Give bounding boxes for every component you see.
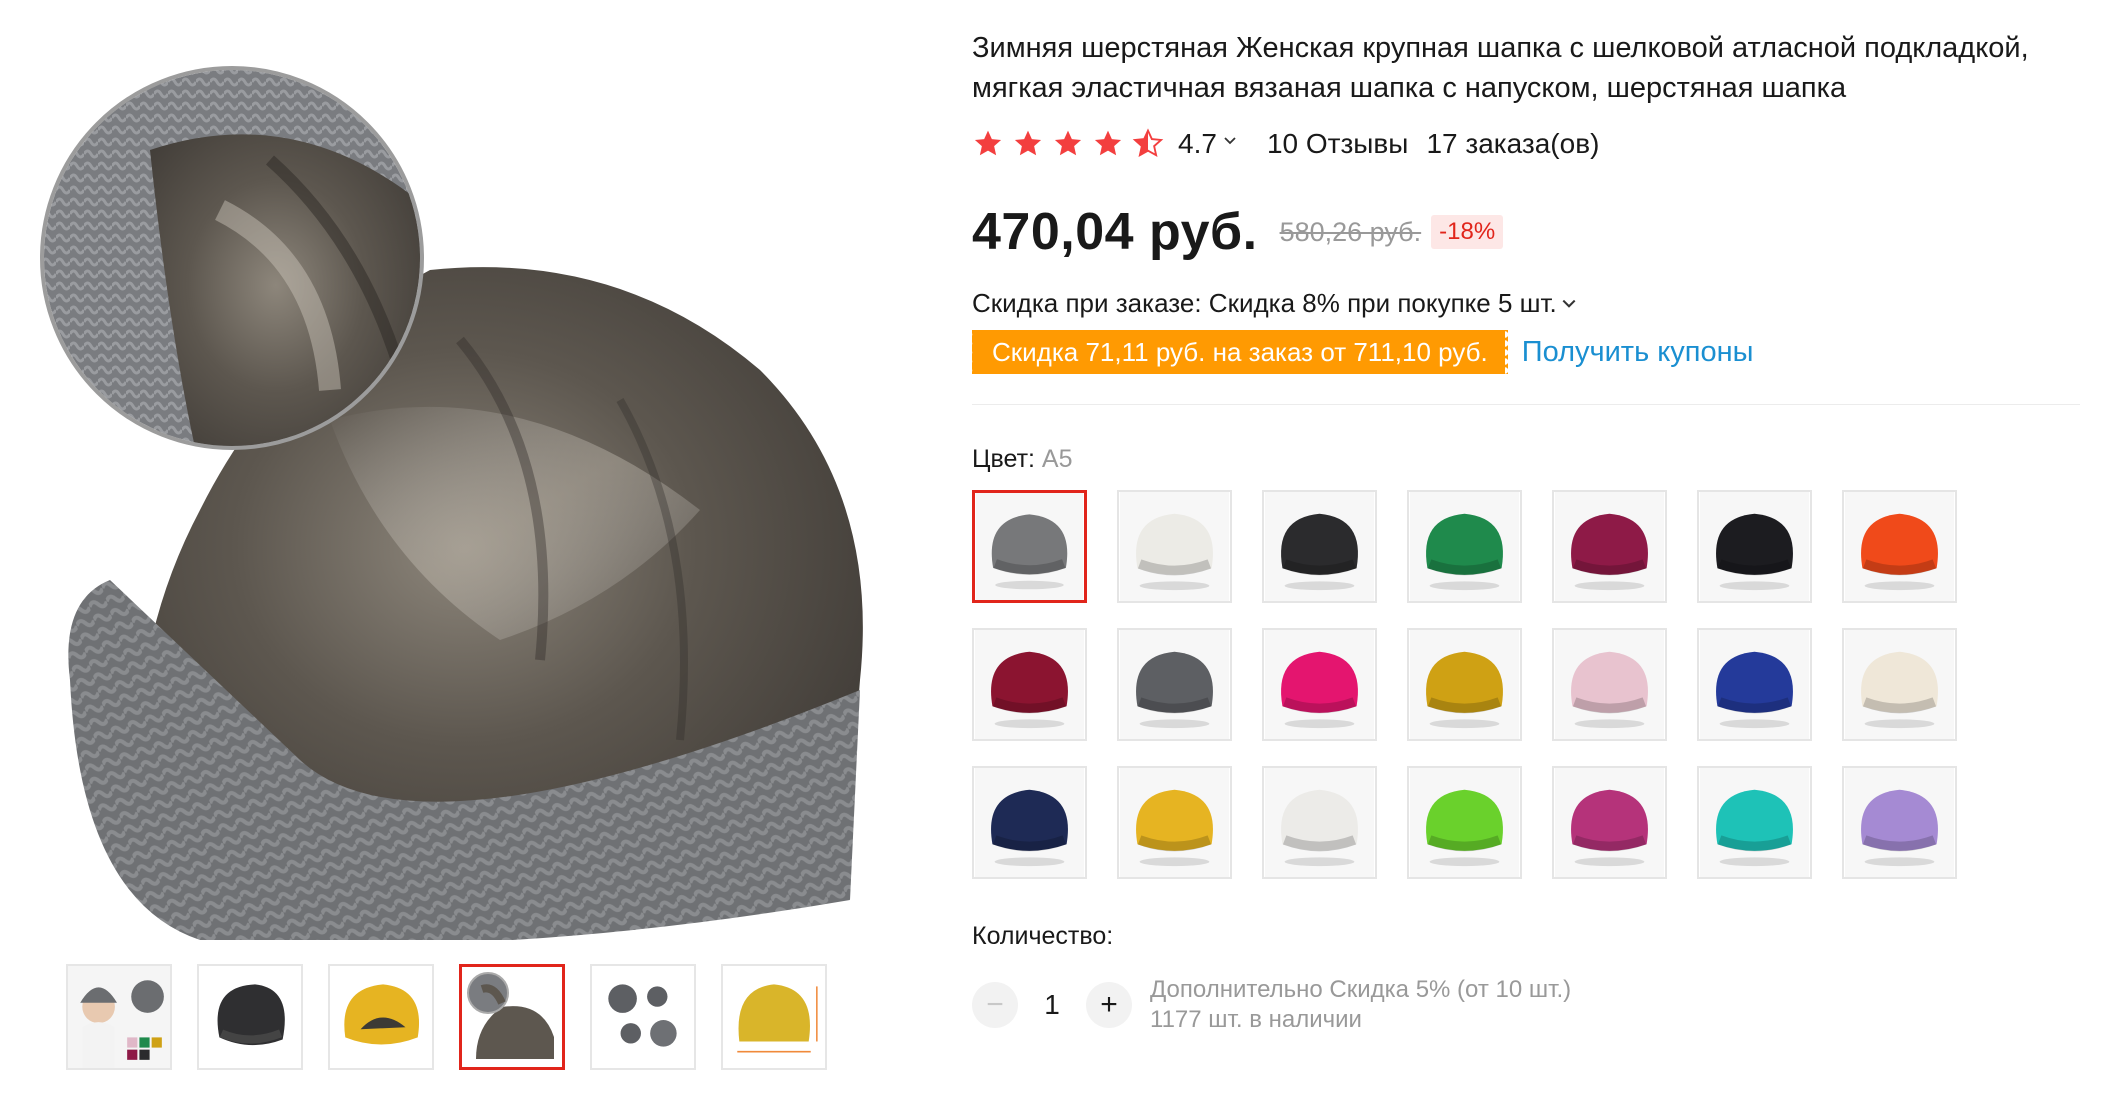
main-product-image[interactable] (0, 40, 900, 940)
selected-color-value: A5 (1041, 445, 1073, 473)
hat-image (976, 493, 1083, 600)
thumbnail-row (66, 964, 827, 1070)
discount-badge: -18% (1431, 215, 1504, 249)
coupon-row: Скидка 71,11 руб. на заказ от 711,10 руб… (969, 330, 1754, 374)
color-swatch-lavender-r[interactable] (1842, 766, 1957, 879)
hat-image (1410, 492, 1519, 601)
thumbnail-4-selected[interactable] (459, 964, 565, 1070)
color-swatch-light-pink[interactable] (1552, 628, 1667, 741)
color-swatch-blue-model[interactable] (1697, 628, 1812, 741)
hat-image (1700, 630, 1809, 739)
hat-image (1410, 768, 1519, 877)
quantity-plus-button[interactable]: + (1086, 982, 1132, 1028)
hat-image (1265, 768, 1374, 877)
price-row: 470,04 руб. 580,26 руб. -18% (972, 202, 1504, 262)
old-price: 580,26 руб. (1279, 216, 1422, 247)
hat-image (1845, 492, 1954, 601)
thumbnail-5[interactable] (590, 964, 696, 1070)
quantity-label: Количество: (972, 922, 1114, 950)
star-icon (974, 130, 1002, 156)
quantity-info: Дополнительно Скидка 5% (от 10 шт.) 1177… (1150, 975, 1571, 1035)
hat-image (975, 768, 1084, 877)
color-swatch-mustard[interactable] (1407, 628, 1522, 741)
color-swatch-white-r[interactable] (1262, 766, 1377, 879)
hat-image (1845, 630, 1954, 739)
color-swatch-orange-r[interactable] (1842, 490, 1957, 603)
hat-image (1120, 768, 1229, 877)
rating-value: 4.7 (1178, 128, 1217, 159)
stock-text: 1177 шт. в наличии (1150, 1006, 1362, 1033)
color-label: Цвет: A5 (972, 445, 1073, 474)
thumbnail-6[interactable] (721, 964, 827, 1070)
star-icon (1014, 130, 1042, 156)
rating-row: 4.7 10 Отзывы 17 заказа(ов) (972, 124, 1599, 164)
hat-image (1555, 768, 1664, 877)
hat-image (1265, 630, 1374, 739)
star-icon (1094, 130, 1122, 156)
reviews-link[interactable]: 10 Отзывы (1267, 128, 1409, 160)
hat-image (975, 630, 1084, 739)
current-price: 470,04 руб. (972, 203, 1258, 261)
color-swatch-teal-r[interactable] (1697, 766, 1812, 879)
color-swatch-pink-r[interactable] (1262, 628, 1377, 741)
color-swatch-gray[interactable] (972, 490, 1087, 603)
chevron-down-icon (1562, 299, 1576, 308)
quantity-row: − + Дополнительно Скидка 5% (от 10 шт.) … (972, 975, 1571, 1035)
bulk-discount-text: Скидка при заказе: Скидка 8% при покупке… (972, 288, 1557, 318)
hat-image (1700, 768, 1809, 877)
color-swatch-white[interactable] (1117, 490, 1232, 603)
color-swatch-cream[interactable] (1842, 628, 1957, 741)
color-swatch-lime-r[interactable] (1407, 766, 1522, 879)
color-swatches (972, 490, 1957, 879)
hat-image (1555, 492, 1664, 601)
bulk-discount[interactable]: Скидка при заказе: Скидка 8% при покупке… (972, 288, 1577, 319)
star-icon (1054, 130, 1082, 156)
color-swatch-navy[interactable] (972, 766, 1087, 879)
orders-count: 17 заказа(ов) (1426, 128, 1600, 159)
color-label-text: Цвет: (972, 445, 1042, 473)
hat-image (1265, 492, 1374, 601)
hat-image (1555, 630, 1664, 739)
color-swatch-yellow-r[interactable] (1117, 766, 1232, 879)
color-swatch-wine[interactable] (1552, 490, 1667, 603)
color-swatch-burgundy-r[interactable] (972, 628, 1087, 741)
extra-discount-text: Дополнительно Скидка 5% (от 10 шт.) (1150, 976, 1572, 1003)
half-star-icon (1132, 128, 1164, 158)
quantity-minus-button[interactable]: − (972, 982, 1018, 1028)
hat-image (1845, 768, 1954, 877)
hat-image (1410, 630, 1519, 739)
thumbnail-1[interactable] (66, 964, 172, 1070)
color-swatch-green[interactable] (1407, 490, 1522, 603)
color-swatch-black[interactable] (1262, 490, 1377, 603)
rating-stars (972, 128, 1164, 160)
coupon-tag: Скидка 71,11 руб. на заказ от 711,10 руб… (969, 330, 1511, 374)
chevron-down-icon[interactable] (1223, 134, 1237, 148)
thumbnail-3[interactable] (328, 964, 434, 1070)
divider (972, 404, 2080, 405)
thumbnail-2[interactable] (197, 964, 303, 1070)
hat-image (1120, 630, 1229, 739)
get-coupons-link[interactable]: Получить купоны (1522, 336, 1754, 369)
quantity-input[interactable] (1018, 981, 1086, 1029)
color-swatch-magenta-model[interactable] (1552, 766, 1667, 879)
product-title: Зимняя шерстяная Женская крупная шапка с… (972, 32, 2029, 104)
hat-image (1700, 492, 1809, 601)
color-swatch-black-r[interactable] (1697, 490, 1812, 603)
color-swatch-gray-r[interactable] (1117, 628, 1232, 741)
hat-image (1120, 492, 1229, 601)
